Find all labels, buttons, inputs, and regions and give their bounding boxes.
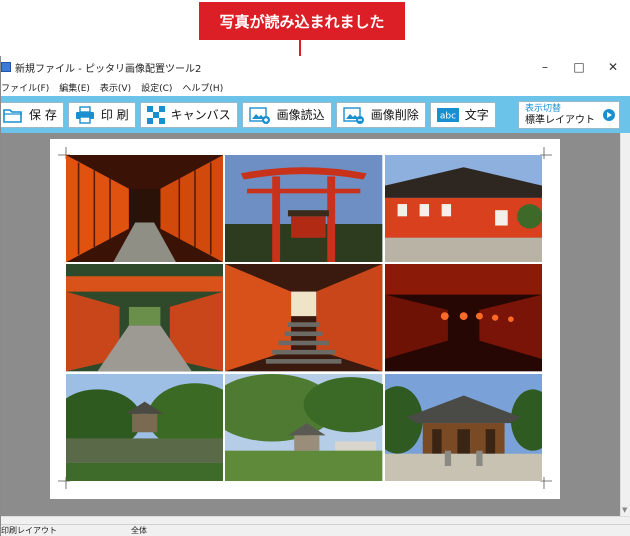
image-load-label: 画像読込 xyxy=(276,108,325,122)
menu-settings[interactable]: 設定(C) xyxy=(141,81,172,94)
play-arrow-icon xyxy=(603,108,615,121)
menu-help[interactable]: ヘルプ(H) xyxy=(182,81,223,94)
vertical-scrollbar[interactable]: ▼ xyxy=(620,133,630,516)
save-button[interactable]: 保 存 xyxy=(1,101,64,128)
text-button[interactable]: abc 文字 xyxy=(429,101,496,128)
print-button[interactable]: 印 刷 xyxy=(67,101,136,128)
printer-icon xyxy=(75,105,94,124)
photo-loaded-callout: 写真が読み込まれました xyxy=(199,2,405,40)
print-page xyxy=(50,139,560,499)
text-label: 文字 xyxy=(464,108,489,122)
close-button[interactable]: ✕ xyxy=(596,60,630,74)
horizontal-scrollbar[interactable] xyxy=(1,516,630,524)
status-layout: 印刷レイアウト xyxy=(1,526,57,535)
menu-bar: ファイル(F) 編集(E) 表示(V) 設定(C) ヘルプ(H) xyxy=(1,78,630,96)
display-switch-mode: 標準レイアウト xyxy=(525,114,595,126)
minimize-button[interactable]: – xyxy=(528,60,562,74)
title-bar: 新規ファイル - ピッタリ画像配置ツール2 – □ ✕ xyxy=(1,56,630,78)
photo-torii-tunnel[interactable] xyxy=(66,155,224,263)
menu-file[interactable]: ファイル(F) xyxy=(1,81,49,94)
text-abc-icon: abc xyxy=(436,107,459,122)
image-add-icon xyxy=(248,106,270,124)
display-switch-button[interactable]: 表示切替 標準レイアウト xyxy=(518,100,620,129)
maximize-button[interactable]: □ xyxy=(562,60,596,74)
image-delete-label: 画像削除 xyxy=(370,108,419,122)
image-remove-icon xyxy=(342,106,364,124)
toolbar: 保 存 印 刷 キャンバス 画像読込 画像削除 abc 文字 表示切替 標準レイ… xyxy=(1,96,630,133)
status-bar: 印刷レイアウト 全体 xyxy=(1,524,630,536)
status-zoom: 全体 xyxy=(131,526,147,535)
photo-garden-temple[interactable] xyxy=(225,373,383,481)
photo-torii-night[interactable] xyxy=(384,264,542,372)
photo-garden-pond[interactable] xyxy=(66,373,224,481)
canvas-button[interactable]: キャンバス xyxy=(139,101,238,128)
display-switch-title: 表示切替 xyxy=(525,103,562,114)
menu-edit[interactable]: 編集(E) xyxy=(59,81,90,94)
save-label: 保 存 xyxy=(29,108,57,122)
photo-shrine-buildings[interactable] xyxy=(384,155,542,263)
image-delete-button[interactable]: 画像削除 xyxy=(335,101,426,128)
window-title: 新規ファイル - ピッタリ画像配置ツール2 xyxy=(15,63,202,75)
text-abc-icon-label: abc xyxy=(440,111,456,121)
display-switch-text: 表示切替 標準レイアウト xyxy=(525,104,595,126)
scroll-down-arrow-icon[interactable]: ▼ xyxy=(622,506,627,514)
photo-temple-hall[interactable] xyxy=(384,373,542,481)
folder-icon xyxy=(3,108,22,123)
app-window: 新規ファイル - ピッタリ画像配置ツール2 – □ ✕ ファイル(F) 編集(E… xyxy=(0,56,630,536)
canvas-label: キャンバス xyxy=(170,108,231,122)
app-icon xyxy=(1,62,11,72)
photo-grid xyxy=(66,155,542,481)
print-label: 印 刷 xyxy=(100,108,129,122)
photo-torii-gate[interactable] xyxy=(225,155,383,263)
photo-torii-stairs[interactable] xyxy=(225,264,383,372)
image-load-button[interactable]: 画像読込 xyxy=(241,101,332,128)
checker-grid-icon xyxy=(146,105,165,124)
menu-view[interactable]: 表示(V) xyxy=(100,81,131,94)
photo-torii-path[interactable] xyxy=(66,264,224,372)
